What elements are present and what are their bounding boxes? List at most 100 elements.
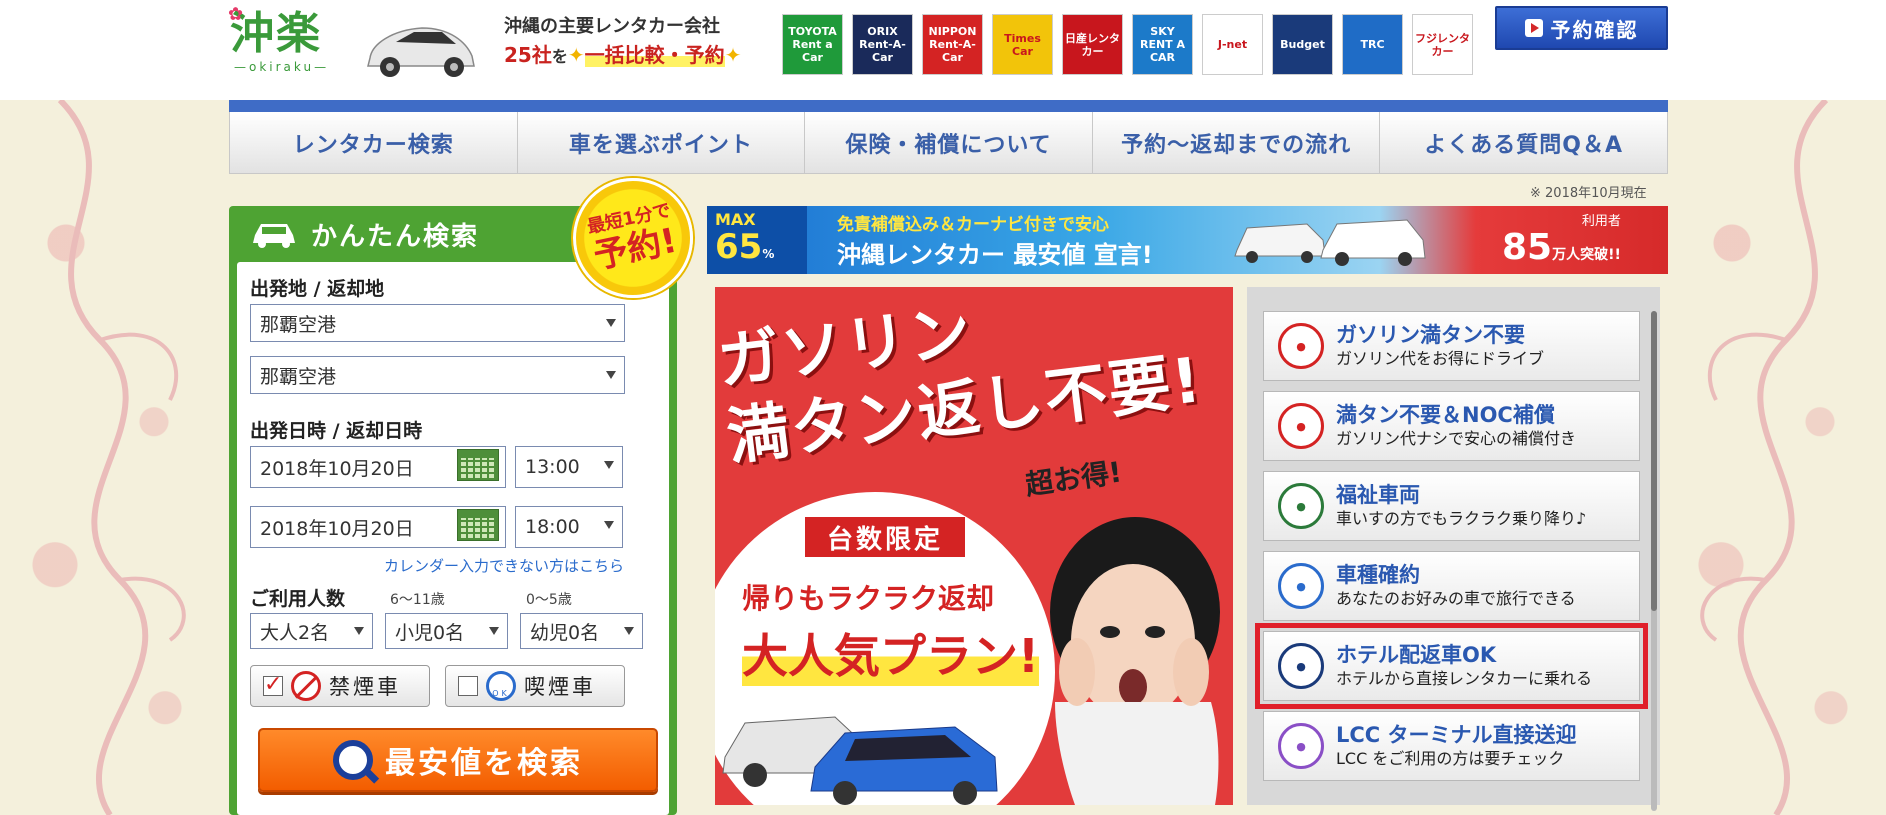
feature-item[interactable]: ● 車種確約 あなたのお好みの車で旅行できる (1263, 551, 1640, 621)
promo-line-1: 帰りもラクラク返却 (742, 582, 995, 615)
no-smoking-icon (291, 671, 321, 701)
return-time-select[interactable]: 18:00 (515, 506, 623, 548)
floral-pattern-left (0, 97, 220, 815)
return-date-input[interactable]: 2018年10月20日 (250, 506, 506, 548)
calendar-icon[interactable] (457, 449, 499, 481)
nonsmoking-toggle[interactable]: ✓ 禁煙車 (250, 665, 430, 707)
feature-item[interactable]: ● 福祉車両 車いすの方でもラクラク乗り降り♪ (1263, 471, 1640, 541)
max-value: 65% OFF (715, 227, 775, 267)
depart-location-select[interactable]: 那覇空港 (250, 304, 625, 342)
as-of-note: ※ 2018年10月現在 (1530, 186, 1647, 201)
feature-text: 福祉車両 車いすの方でもラクラク乗り降り♪ (1336, 482, 1586, 530)
floral-pattern-right (1666, 97, 1886, 815)
banner-line-1: 免責補償込み＆カーナビ付きで安心 (837, 215, 1109, 235)
feature-title: 車種確約 (1336, 563, 1420, 587)
feature-desc: ホテルから直接レンタカーに乗れる (1336, 669, 1593, 688)
brand-logos: TOYOTA Rent a Car ORIX Rent-A-Car NIPPON R… (782, 14, 1473, 75)
return-date-value: 2018年10月20日 (260, 517, 414, 540)
promo-cars-icon (722, 716, 998, 805)
gasoline-promo-banner[interactable]: ガソリン 満タン返し不要! 超お得! 台数限定 帰りもラクラク返却 大人気プラン… (715, 287, 1233, 805)
search-lowest-price-button[interactable]: 最安値を検索 (258, 728, 658, 792)
site-logo[interactable]: ✿ 沖楽 —okiraku— (228, 4, 360, 86)
tagline: 沖縄の主要レンタカー会社 25社を✦一括比較・予約✦ (504, 14, 774, 72)
feature-item[interactable]: ● LCC ターミナル直接送迎 LCC をご利用の方は要チェック (1263, 711, 1640, 781)
feature-title: 福祉車両 (1336, 483, 1420, 507)
reservation-check-label: 予約確認 (1550, 17, 1639, 42)
tagline-line-2: 25社を✦一括比較・予約✦ (504, 40, 774, 72)
banner-line-2: 沖縄レンタカー 最安値 宣言! (837, 241, 1153, 269)
car-icon (253, 224, 295, 248)
floral-vine-right-icon (1700, 97, 1829, 815)
users-value: 85万人突破!! (1502, 227, 1621, 268)
logo-subtext: —okiraku— (234, 60, 330, 74)
sparkle-icon: ✦ (567, 43, 585, 67)
reservation-check-button[interactable]: 予約確認 (1495, 6, 1668, 50)
datetime-label: 出発日時 / 返却日時 (250, 420, 423, 442)
nav-item-insurance[interactable]: 保険・補償について (805, 112, 1093, 174)
search-icon (333, 740, 373, 780)
return-time-value: 18:00 (525, 516, 580, 538)
smoking-toggle[interactable]: OK 喫煙車 (445, 665, 625, 707)
feature-text: ガソリン満タン不要ガソリン代をお得にドライブ (1336, 322, 1544, 370)
infant-age-label: 0〜5歳 (526, 592, 572, 608)
return-location-select[interactable]: 那覇空港 (250, 356, 625, 394)
hibiscus-icon: ✿ (228, 4, 244, 25)
banner-copy: 免責補償込み＆カーナビ付きで安心 沖縄レンタカー 最安値 宣言! (807, 210, 1153, 270)
dropdown-arrow-icon (604, 521, 614, 529)
feature-title: 満タン不要＆NOC補償 (1336, 403, 1555, 427)
feature-item[interactable]: ● ガソリン満タン不要ガソリン代をお得にドライブ (1263, 311, 1640, 381)
return-location-value: 那覇空港 (260, 365, 337, 388)
feature-text: 満タン不要＆NOC補償 ガソリン代ナシで安心の補償付き (1336, 402, 1576, 450)
location-label: 出発地 / 返却地 (250, 278, 385, 300)
dropdown-arrow-icon (624, 627, 634, 635)
depart-time-value: 13:00 (525, 456, 580, 478)
tagline-highlight: 一括比較・予約 (584, 43, 725, 67)
nonsmoking-checkbox[interactable]: ✓ (263, 674, 283, 696)
nav-item-faq[interactable]: よくある質問Q＆A (1380, 112, 1668, 174)
site-header: ✿ 沖楽 —okiraku— 沖縄の主要レンタカー会社 25社を✦一括比較・予約… (0, 0, 1886, 100)
depart-date-input[interactable]: 2018年10月20日 (250, 446, 506, 488)
infants-select[interactable]: 幼児0名 (520, 613, 643, 649)
brand-logo: J-net (1202, 14, 1263, 75)
feature-desc: ガソリン代をお得にドライブ (1336, 349, 1545, 368)
brand-logo: 日産レンタカー (1062, 14, 1123, 75)
adults-value: 大人2名 (260, 621, 330, 644)
play-icon (1524, 19, 1543, 37)
tagline-mid: を (551, 47, 568, 66)
calendar-icon[interactable] (457, 509, 499, 541)
car-model-icon: ● (1278, 563, 1324, 609)
search-button-label: 最安値を検索 (385, 746, 583, 781)
lowest-price-banner[interactable]: MAX 65% OFF 免責補償込み＆カーナビ付きで安心 沖縄レンタカー 最安値… (707, 206, 1668, 274)
nav-item-search[interactable]: レンタカー検索 (229, 112, 518, 174)
calendar-fallback-link[interactable]: カレンダー入力できない方はこちら (384, 555, 624, 576)
sparkle-icon: ✦ (724, 43, 742, 67)
feature-list-scrollbar[interactable] (1651, 311, 1657, 811)
floral-vine-left-icon (57, 97, 186, 815)
brand-logo: SKY RENT A CAR (1132, 14, 1193, 75)
children-select[interactable]: 小児0名 (385, 613, 508, 649)
hero-car-icon (367, 27, 475, 77)
smoking-checkbox[interactable] (458, 676, 478, 696)
nav-item-flow[interactable]: 予約〜返却までの流れ (1092, 112, 1381, 174)
logo-text: 沖楽 (230, 8, 322, 59)
depart-time-select[interactable]: 13:00 (515, 446, 623, 488)
feature-list: ● ガソリン満タン不要 ガソリン代をお得にドライブ ● 満タン不要＆NOC補償 ガソリン代… (1247, 287, 1660, 811)
no-fuel-icon: ● (1278, 323, 1324, 369)
smoking-label: 喫煙車 (524, 675, 596, 699)
smoking-icon: OK (486, 671, 516, 701)
brand-logo: TRC (1342, 14, 1403, 75)
people-label: ご利用人数 (250, 588, 346, 610)
brand-logo: TOYOTA Rent a Car (782, 14, 843, 75)
feature-item[interactable]: ● ホテル配返車OK ホテルから直接レンタカーに乗れる (1255, 623, 1648, 709)
dropdown-arrow-icon (489, 627, 499, 635)
depart-location-value: 那覇空港 (260, 313, 337, 336)
wheelchair-icon: ● (1278, 483, 1324, 529)
adults-select[interactable]: 大人2名 (250, 613, 373, 649)
nav-item-car-points[interactable]: 車を選ぶポイント (517, 112, 806, 174)
feature-title: ガソリン満タン不要 (1336, 323, 1525, 347)
quick-search-title: かんたん検索 (311, 221, 480, 252)
feature-item[interactable]: ● 満タン不要＆NOC補償 ガソリン代ナシで安心の補償付き (1263, 391, 1640, 461)
promo-limited-tag: 台数限定 (805, 517, 965, 557)
children-value: 小児0名 (395, 621, 465, 644)
noc-icon: ● (1278, 403, 1324, 449)
